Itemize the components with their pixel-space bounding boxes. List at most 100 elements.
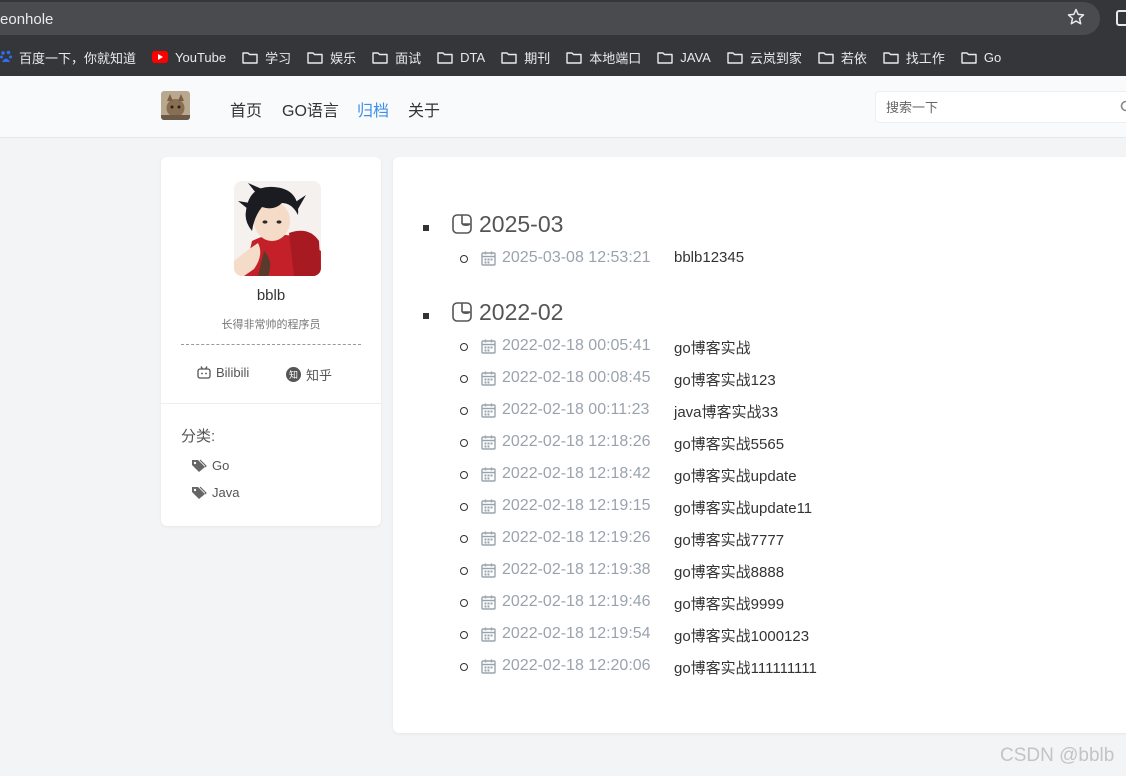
nav-archive[interactable]: 归档 [357,97,389,121]
bookmark-1[interactable]: YouTube [146,43,232,71]
month-bullet [423,225,429,231]
archive-entry[interactable]: 2022-02-18 00:05:41 go博客实战 [393,337,1126,357]
folder-icon [437,51,460,64]
archive-entry[interactable]: 2022-02-18 12:19:54 go博客实战1000123 [393,625,1126,645]
entry-title-link[interactable]: go博客实战111111111 [674,657,817,678]
bookmark-2[interactable]: 学习 [236,43,297,71]
entry-bullet [460,471,468,479]
category-java[interactable]: Java [191,485,239,500]
archive-month-heading: 2025-03 [479,211,564,237]
bookmark-4[interactable]: 面试 [366,43,427,71]
category-go[interactable]: Go [191,458,229,473]
entry-title-link[interactable]: go博客实战5565 [674,433,784,454]
entry-title-link[interactable]: go博客实战update11 [674,497,812,518]
entry-title-link[interactable]: go博客实战8888 [674,561,784,582]
folder-icon [961,51,984,64]
avatar [234,181,321,276]
archive-entry[interactable]: 2022-02-18 12:19:46 go博客实战9999 [393,593,1126,613]
bookmark-label: 面试 [395,50,422,66]
archive-entry[interactable]: 2022-02-18 12:18:26 go博客实战5565 [393,433,1126,453]
entry-title-link[interactable]: bblb12345 [674,249,744,266]
zhihu-link[interactable]: 知 知乎 [286,365,332,384]
month-bullet [423,313,429,319]
baidu-icon [0,50,19,64]
user-bio: 长得非常帅的程序员 [221,319,321,331]
categories-title: 分类: [181,428,216,445]
search-input[interactable] [876,92,1106,122]
calendar-icon [481,595,496,615]
entry-date: 2022-02-18 00:11:23 [502,401,650,418]
bookmark-label: JAVA [680,49,711,65]
address-bar-url[interactable]: pigeonhole [0,11,53,28]
nav-go[interactable]: GO语言 [282,97,339,121]
entry-title-link[interactable]: go博客实战update [674,465,797,486]
calendar-icon [481,251,496,271]
archive-entry[interactable]: 2025-03-08 12:53:21 bblb12345 [393,249,1126,269]
bookmark-label: 找工作 [905,50,945,66]
bookmark-12[interactable]: Go [955,43,1007,71]
bookmark-label: 百度一下，你就知道 [19,50,137,66]
bookmark-label: 若依 [840,50,867,66]
archive-entry[interactable]: 2022-02-18 12:18:42 go博客实战update [393,465,1126,485]
archive-entry[interactable]: 2022-02-18 12:19:38 go博客实战8888 [393,561,1126,581]
site-logo[interactable] [161,91,190,120]
address-bar[interactable]: pigeonhole [0,2,1100,35]
entry-title-link[interactable]: go博客实战123 [674,369,776,390]
bookmark-star-icon[interactable] [1066,7,1086,27]
bilibili-label: Bilibili [216,365,250,380]
archive-entry[interactable]: 2022-02-18 00:11:23 java博客实战33 [393,401,1126,421]
browser-toolbar: pigeonhole [0,0,1126,38]
entry-title-link[interactable]: go博客实战1000123 [674,625,809,646]
folder-icon [566,51,589,64]
bookmark-3[interactable]: 娱乐 [301,43,362,71]
bookmark-7[interactable]: 本地端口 [560,43,647,71]
calendar-icon [481,435,496,455]
bookmark-9[interactable]: 云岚到家 [721,43,808,71]
folder-icon [657,51,680,64]
nav-home[interactable]: 首页 [230,97,262,121]
archive-month-heading: 2022-02 [479,299,564,325]
calendar-icon [481,467,496,487]
calendar-icon [481,339,496,359]
folder-icon [883,51,906,64]
nav-about[interactable]: 关于 [408,97,440,121]
folder-icon [818,51,841,64]
bilibili-icon [197,366,211,379]
archive-entry[interactable]: 2022-02-18 12:19:15 go博客实战update11 [393,497,1126,517]
search-icon[interactable] [1120,100,1126,114]
archive-entry[interactable]: 2022-02-18 00:08:45 go博客实战123 [393,369,1126,389]
bookmark-8[interactable]: JAVA [651,43,717,71]
bookmark-0[interactable]: 百度一下，你就知道 [0,43,142,71]
archive-entry[interactable]: 2022-02-18 12:20:06 go博客实战111111111 [393,657,1126,677]
month-calendar-icon [451,301,473,328]
entry-date: 2022-02-18 12:19:46 [502,593,651,610]
entry-bullet [460,503,468,511]
extension-icon[interactable] [1116,10,1126,26]
entry-title-link[interactable]: java博客实战33 [674,401,778,422]
bookmark-11[interactable]: 找工作 [877,43,951,71]
entry-bullet [460,343,468,351]
entry-date: 2022-02-18 00:05:41 [502,337,651,354]
folder-icon [372,51,395,64]
bookmark-label: Go [983,49,1002,65]
profile-card: bblb 长得非常帅的程序员 Bilibili 知 知乎 分类: Go Java [161,157,381,526]
bookmark-10[interactable]: 若依 [812,43,873,71]
month-calendar-icon [451,213,473,240]
folder-icon [501,51,524,64]
entry-bullet [460,631,468,639]
bilibili-link[interactable]: Bilibili [197,365,249,380]
entry-date: 2022-02-18 12:18:42 [502,465,651,482]
site-header: 首页 GO语言 归档 关于 [0,76,1126,138]
bookmark-5[interactable]: DTA [431,43,491,71]
entry-title-link[interactable]: go博客实战9999 [674,593,784,614]
entry-date: 2022-02-18 12:20:06 [502,657,651,674]
bookmark-6[interactable]: 期刊 [495,43,556,71]
entry-date: 2022-02-18 12:19:38 [502,561,651,578]
entry-title-link[interactable]: go博客实战7777 [674,529,784,550]
zhihu-badge-text: 知 [289,369,298,381]
archive-entry[interactable]: 2022-02-18 12:19:26 go博客实战7777 [393,529,1126,549]
entry-bullet [460,663,468,671]
entry-bullet [460,567,468,575]
tag-icon [192,486,207,499]
entry-title-link[interactable]: go博客实战 [674,337,751,358]
